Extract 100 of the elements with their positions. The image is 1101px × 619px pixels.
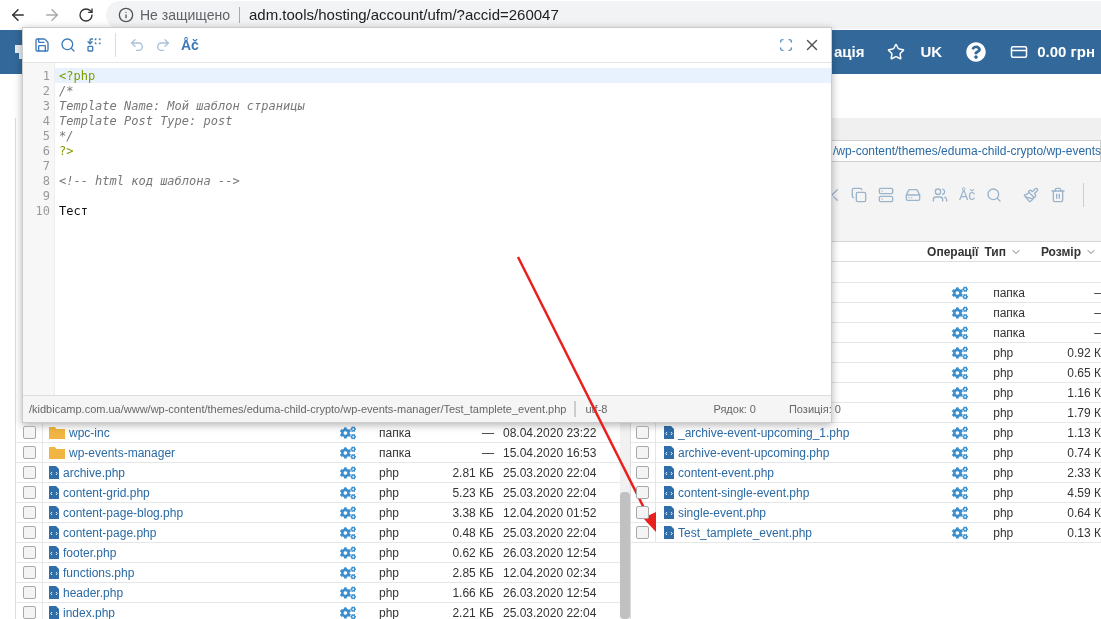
date-cell: 12.04.2020 01:52 bbox=[503, 505, 597, 520]
type-cell: папка bbox=[993, 285, 1026, 300]
size-cell: 0.92 К bbox=[1067, 345, 1101, 360]
date-cell: 25.03.2020 22:04 bbox=[503, 485, 597, 500]
file-name-link[interactable]: wpc-inc bbox=[69, 423, 110, 442]
line-number: 2 bbox=[42, 82, 50, 100]
security-label: Не защищено bbox=[140, 5, 230, 25]
nav-link[interactable]: ація bbox=[834, 40, 865, 64]
code-line: <!-- html код шаблона --> bbox=[59, 172, 240, 190]
type-cell: php bbox=[379, 465, 400, 480]
file-name-link[interactable]: Test_tamplete_event.php bbox=[677, 523, 813, 542]
date-cell: 25.03.2020 22:04 bbox=[503, 525, 597, 540]
language-button[interactable]: UK bbox=[920, 40, 943, 64]
column-header[interactable]: Тип bbox=[984, 242, 1022, 261]
type-cell: php bbox=[379, 525, 400, 540]
code-line: Тест bbox=[59, 202, 88, 220]
size-cell: 1.16 К bbox=[1067, 385, 1101, 400]
type-cell: php bbox=[993, 385, 1014, 400]
line-number: 4 bbox=[42, 112, 50, 130]
size-cell: 2.85 КБ bbox=[452, 565, 494, 580]
type-cell: php bbox=[379, 485, 400, 500]
code-line: ?> bbox=[59, 142, 74, 160]
type-cell: папка bbox=[379, 445, 411, 460]
size-cell: – bbox=[1094, 285, 1101, 300]
column-header[interactable]: Операції bbox=[927, 242, 979, 261]
code-line: /* bbox=[59, 83, 74, 100]
date-cell: 15.04.2020 16:53 bbox=[503, 445, 597, 460]
date-cell: 25.03.2020 22:04 bbox=[503, 605, 597, 619]
size-cell: 5.23 КБ bbox=[452, 485, 494, 500]
date-cell: 26.03.2020 12:54 bbox=[503, 545, 597, 560]
date-cell: 08.04.2020 23:22 bbox=[503, 425, 597, 440]
code-line: */ bbox=[59, 128, 74, 145]
type-cell: php bbox=[993, 485, 1014, 500]
line-number: 3 bbox=[42, 97, 50, 115]
type-cell: php bbox=[379, 565, 400, 580]
size-cell: 0.62 КБ bbox=[452, 545, 494, 560]
size-cell: 0.74 К bbox=[1067, 445, 1101, 460]
type-cell: php bbox=[993, 465, 1014, 480]
size-cell: — bbox=[482, 445, 494, 460]
type-cell: php bbox=[993, 425, 1014, 440]
type-cell: php bbox=[993, 445, 1014, 460]
line-number: 6 bbox=[42, 142, 50, 160]
size-cell: 4.59 К bbox=[1067, 485, 1101, 500]
size-cell: 2.33 К bbox=[1067, 465, 1101, 480]
type-cell: php bbox=[993, 525, 1014, 540]
file-name-link[interactable]: content-single-event.php bbox=[677, 483, 810, 502]
size-cell: 2.81 КБ bbox=[452, 465, 494, 480]
address-bar[interactable]: Не защищено adm.tools/hosting/account/ufm/?accid=260047 bbox=[106, 1, 1101, 29]
file-name-link[interactable]: content-event.php bbox=[677, 463, 775, 482]
size-cell: – bbox=[1094, 305, 1101, 320]
line-number: 8 bbox=[42, 172, 50, 190]
date-cell: 25.03.2020 22:04 bbox=[503, 465, 597, 480]
date-cell: 26.03.2020 12:54 bbox=[503, 585, 597, 600]
position-label: Позиція: 0 bbox=[788, 401, 841, 417]
size-cell: 3.38 КБ bbox=[452, 505, 494, 520]
type-cell: php bbox=[379, 505, 400, 520]
file-name-link[interactable]: single-event.php bbox=[677, 503, 766, 522]
file-name-link[interactable]: wp-events-manager bbox=[69, 443, 176, 462]
type-cell: php bbox=[993, 345, 1014, 360]
type-cell: php bbox=[993, 505, 1014, 520]
size-cell: — bbox=[482, 425, 494, 440]
type-cell: php bbox=[379, 605, 400, 619]
file-name-link[interactable]: header.php bbox=[63, 583, 124, 602]
code-line: Template Name: Мой шаблон страницы bbox=[59, 97, 305, 115]
line-number: 1 bbox=[42, 67, 50, 85]
size-cell: – bbox=[1094, 325, 1101, 340]
size-cell: 1.13 К bbox=[1067, 425, 1101, 440]
size-cell: 2.21 КБ bbox=[452, 605, 494, 619]
size-cell: 1.66 КБ bbox=[452, 585, 494, 600]
line-number: 5 bbox=[42, 127, 50, 145]
size-cell: 0.64 К bbox=[1067, 505, 1101, 520]
size-cell: 1.79 К bbox=[1067, 405, 1101, 420]
file-name-link[interactable]: archive-event-upcoming.php bbox=[677, 443, 830, 462]
code-line: Template Post Type: post bbox=[59, 113, 233, 130]
size-cell: 0.13 К bbox=[1067, 525, 1101, 540]
file-name-link[interactable]: index.php bbox=[63, 603, 116, 619]
column-header[interactable]: Розмір bbox=[1040, 242, 1097, 261]
line-number: 9 bbox=[42, 187, 50, 205]
line-label: Рядок: 0 bbox=[713, 401, 756, 417]
type-cell: php bbox=[993, 365, 1014, 380]
type-cell: папка bbox=[379, 425, 411, 440]
file-path: /kidbicamp.com.ua/www/wp-content/themes/eduma-child-crypto/wp-events-manager/Test_tamplete_event.php bbox=[29, 401, 567, 417]
type-cell: папка bbox=[993, 305, 1026, 320]
size-cell: 0.48 КБ bbox=[452, 525, 494, 540]
size-cell: 0.65 К bbox=[1067, 365, 1101, 380]
balance-text[interactable]: 0.00 грн bbox=[1037, 40, 1095, 64]
type-cell: php bbox=[379, 545, 400, 560]
file-name-link[interactable]: content-page.php bbox=[63, 523, 157, 542]
file-name-link[interactable]: content-grid.php bbox=[63, 483, 150, 502]
url-text: adm.tools/hosting/account/ufm/?accid=260047 bbox=[249, 4, 559, 25]
type-cell: php bbox=[379, 585, 400, 600]
file-name-link[interactable]: archive.php bbox=[63, 463, 126, 482]
date-cell: 12.04.2020 02:34 bbox=[503, 565, 597, 580]
type-cell: папка bbox=[993, 325, 1026, 340]
file-name-link[interactable]: footer.php bbox=[63, 543, 117, 562]
spellcheck-button[interactable]: Åč bbox=[181, 34, 199, 56]
file-name-link[interactable]: _archive-event-upcoming_1.php bbox=[677, 423, 850, 442]
file-name-link[interactable]: functions.php bbox=[63, 563, 135, 582]
file-name-link[interactable]: content-page-blog.php bbox=[63, 503, 184, 522]
line-number: 7 bbox=[42, 157, 50, 175]
